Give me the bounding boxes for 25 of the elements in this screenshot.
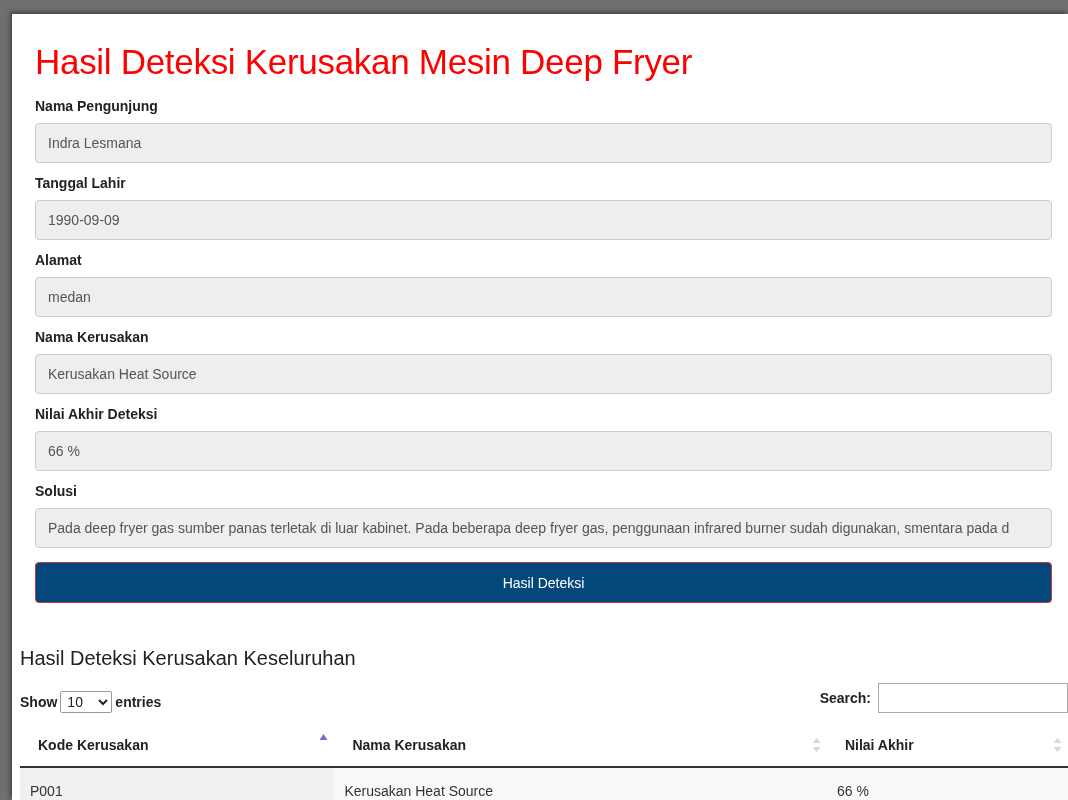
show-label: Show bbox=[20, 694, 58, 710]
input-field[interactable]: Kerusakan Heat Source bbox=[35, 354, 1052, 394]
sort-icon[interactable] bbox=[811, 737, 821, 753]
page-title: Hasil Deteksi Kerusakan Mesin Deep Fryer bbox=[35, 42, 694, 82]
input-field[interactable]: 1990-09-09 bbox=[35, 200, 1052, 240]
input-field[interactable]: Pada deep fryer gas sumber panas terletak di luar kabinet. Pada beberapa deep fryer gas, penggunaan infrared burner sudah digunakan, smentara pada d bbox=[35, 508, 1052, 548]
field-label: Solusi bbox=[35, 483, 78, 499]
input-field[interactable]: 66 % bbox=[35, 431, 1052, 471]
field-label: Nama Pengunjung bbox=[35, 98, 159, 114]
section-title: Hasil Deteksi Kerusakan Keseluruhan bbox=[20, 647, 357, 669]
input-field[interactable]: medan bbox=[35, 277, 1052, 317]
search-field[interactable] bbox=[878, 683, 1068, 713]
sort-icon[interactable] bbox=[1053, 737, 1062, 753]
entries-label: entries bbox=[115, 694, 162, 710]
page-size-select[interactable]: 10 bbox=[60, 691, 113, 713]
table-cell: 66 % bbox=[826, 767, 1068, 800]
search-label: Search: bbox=[819, 690, 871, 706]
submit-button[interactable]: Hasil Deteksi bbox=[35, 562, 1052, 603]
field-label: Nilai Akhir Deteksi bbox=[35, 406, 159, 422]
field-label: Nama Kerusakan bbox=[35, 329, 150, 345]
table-cell: P001 bbox=[20, 767, 335, 800]
table-cell: Kerusakan Heat Source bbox=[334, 767, 827, 800]
input-field[interactable]: Indra Lesmana bbox=[35, 123, 1052, 163]
field-label: Alamat bbox=[35, 252, 83, 268]
field-label: Tanggal Lahir bbox=[35, 175, 127, 191]
